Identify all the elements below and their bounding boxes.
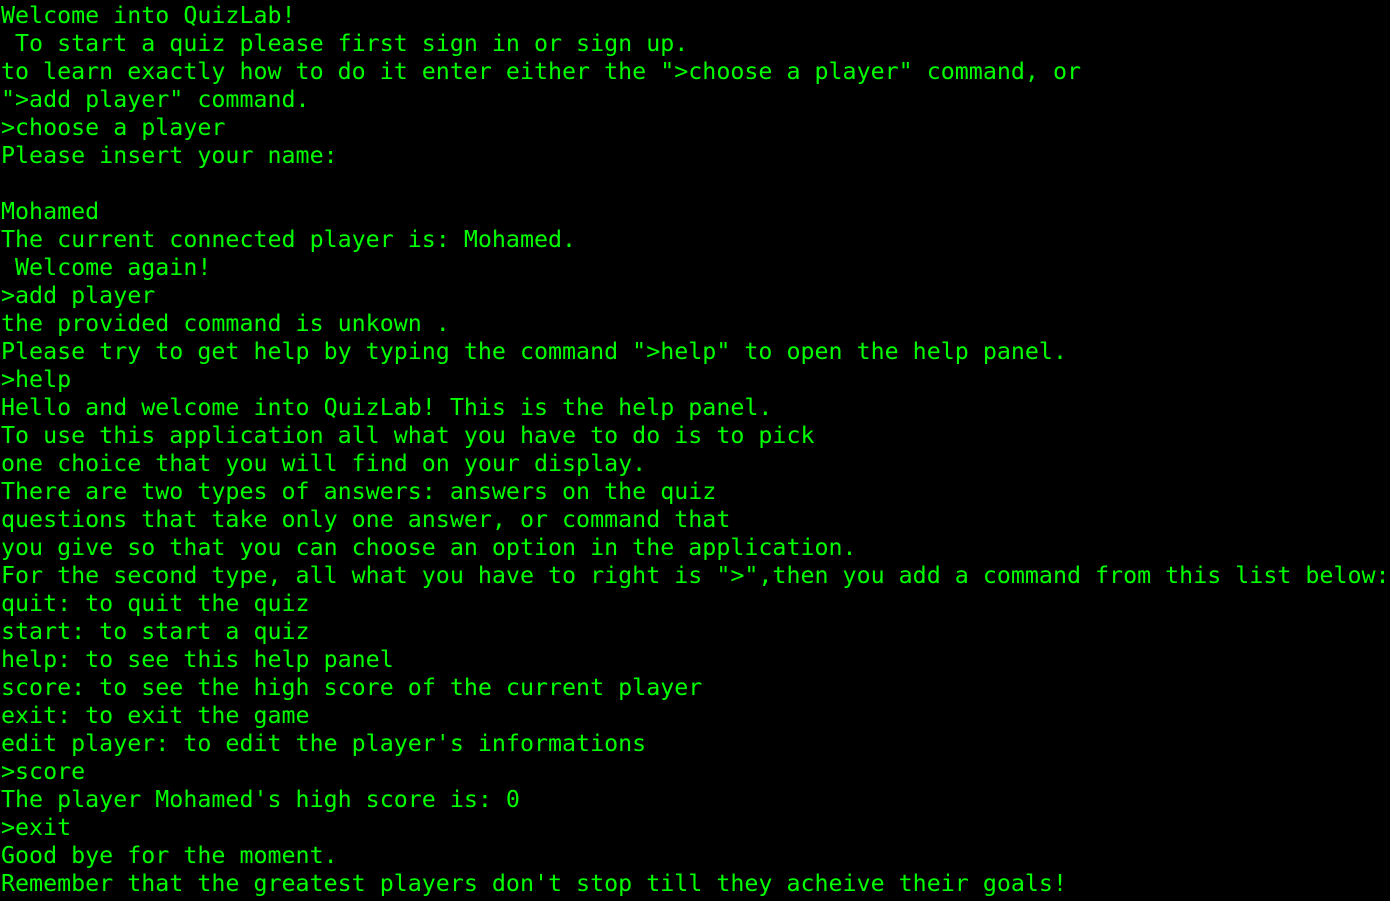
terminal-line: to learn exactly how to do it enter eith… <box>1 58 1081 85</box>
terminal-line: Good bye for the moment. <box>1 842 338 869</box>
terminal-line: the provided command is unkown . <box>1 310 450 337</box>
terminal-line: There are two types of answers: answers … <box>1 478 717 505</box>
terminal-line: Welcome again! <box>1 254 212 281</box>
terminal-line: you give so that you can choose an optio… <box>1 534 857 561</box>
terminal-output: Welcome into QuizLab! To start a quiz pl… <box>1 2 1390 898</box>
terminal-line: questions that take only one answer, or … <box>1 506 731 533</box>
terminal-line: >add player <box>1 282 156 309</box>
terminal-line: quit: to quit the quiz <box>1 590 310 617</box>
terminal-line: one choice that you will find on your di… <box>1 450 647 477</box>
terminal-line: Remember that the greatest players don't… <box>1 870 1067 897</box>
terminal-line: Mohamed <box>1 198 100 225</box>
terminal-line: Hello and welcome into QuizLab! This is … <box>1 394 773 421</box>
terminal-line: >choose a player <box>1 114 226 141</box>
terminal-line: >exit <box>1 814 72 841</box>
terminal-line: The player Mohamed's high score is: 0 <box>1 786 520 813</box>
terminal-line: score: to see the high score of the curr… <box>1 674 703 701</box>
terminal-line: exit: to exit the game <box>1 702 310 729</box>
terminal-line: ">add player" command. <box>1 86 310 113</box>
terminal-line: help: to see this help panel <box>1 646 394 673</box>
terminal-line: >help <box>1 366 72 393</box>
terminal-line: >score <box>1 758 86 785</box>
terminal-line: Welcome into QuizLab! <box>1 2 296 29</box>
terminal-line: To start a quiz please first sign in or … <box>1 30 689 57</box>
terminal-line: edit player: to edit the player's inform… <box>1 730 647 757</box>
terminal-line: Please try to get help by typing the com… <box>1 338 1067 365</box>
terminal-line: Please insert your name: <box>1 142 338 169</box>
terminal-line: The current connected player is: Mohamed… <box>1 226 577 253</box>
terminal-line: To use this application all what you hav… <box>1 422 815 449</box>
terminal-line: For the second type, all what you have t… <box>1 562 1390 589</box>
terminal-line: start: to start a quiz <box>1 618 310 645</box>
